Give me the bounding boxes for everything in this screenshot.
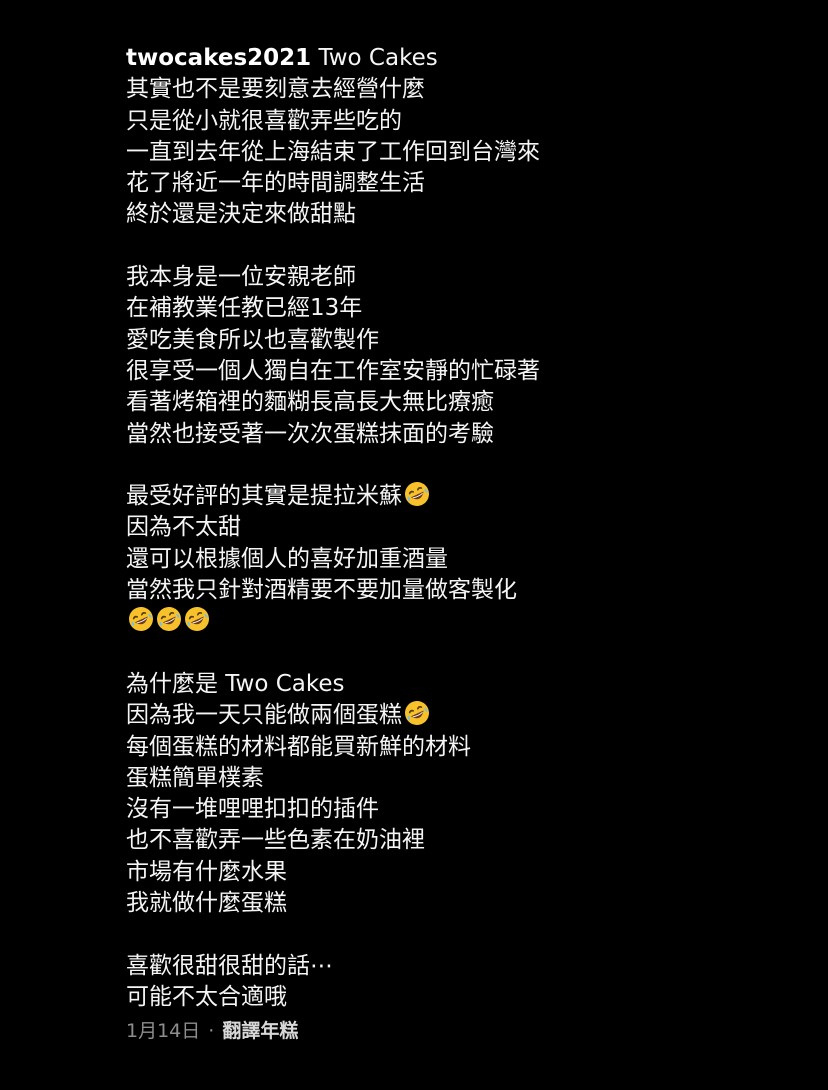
caption-line-text: 花了將近一年的時間調整生活 bbox=[126, 170, 425, 197]
rolling-on-floor-laughing-icon bbox=[184, 606, 210, 632]
caption-line-text: 終於還是決定來做甜點 bbox=[126, 201, 356, 228]
caption-line: 最受好評的其實是提拉米蘇 bbox=[126, 481, 806, 512]
caption-line-text: 每個蛋糕的材料都能買新鮮的材料 bbox=[126, 733, 471, 760]
meta-separator: · bbox=[208, 1020, 215, 1043]
caption-line-text: 其實也不是要刻意去經營什麼 bbox=[126, 76, 425, 103]
caption-line-text: 當然我只針對酒精要不要加量做客製化 bbox=[126, 577, 517, 604]
caption-line-text: 喜歡很甜很甜的話⋯ bbox=[126, 952, 333, 979]
caption-line: 因為我一天只能做兩個蛋糕 bbox=[126, 700, 806, 731]
caption-line: 只是從小就很喜歡弄些吃的 bbox=[126, 106, 806, 137]
caption-line: 在補教業任教已經13年 bbox=[126, 293, 806, 324]
translate-button[interactable]: 翻譯年糕 bbox=[222, 1020, 298, 1042]
caption-line-text: 因為我一天只能做兩個蛋糕 bbox=[126, 702, 402, 729]
caption-line-text: 很享受一個人獨自在工作室安靜的忙碌著 bbox=[126, 357, 540, 384]
username-link[interactable]: twocakes2021 bbox=[126, 45, 311, 71]
caption-line-text: 最受好評的其實是提拉米蘇 bbox=[126, 483, 402, 510]
caption-line-text: 市場有什麼水果 bbox=[126, 858, 287, 885]
caption-line: 市場有什麼水果 bbox=[126, 857, 806, 888]
caption-line: 一直到去年從上海結束了工作回到台灣來 bbox=[126, 137, 806, 168]
caption-line-text: Two Cakes bbox=[318, 45, 438, 71]
caption-line: 我本身是一位安親老師 bbox=[126, 262, 806, 293]
caption-line-text: 在補教業任教已經13年 bbox=[126, 295, 363, 322]
caption-line: 很享受一個人獨自在工作室安靜的忙碌著 bbox=[126, 356, 806, 387]
caption-line-text: 可能不太合適哦 bbox=[126, 983, 287, 1010]
caption-line: 其實也不是要刻意去經營什麼 bbox=[126, 74, 806, 105]
caption-line-text: 蛋糕簡單樸素 bbox=[126, 764, 264, 791]
caption-line: 還可以根據個人的喜好加重酒量 bbox=[126, 544, 806, 575]
caption-line: twocakes2021 Two Cakes bbox=[126, 43, 806, 74]
caption-line-text: 因為不太甜 bbox=[126, 514, 241, 541]
caption-line: 蛋糕簡單樸素 bbox=[126, 763, 806, 794]
caption-line: 為什麼是 Two Cakes bbox=[126, 669, 806, 700]
post-date: 1月14日 bbox=[126, 1020, 201, 1043]
rolling-on-floor-laughing-icon bbox=[156, 606, 182, 632]
rolling-on-floor-laughing-icon bbox=[404, 481, 430, 507]
caption-line-text: 一直到去年從上海結束了工作回到台灣來 bbox=[126, 138, 540, 165]
caption-line-text: 為什麼是 Two Cakes bbox=[126, 670, 345, 697]
rolling-on-floor-laughing-icon bbox=[404, 700, 430, 726]
caption-line: 可能不太合適哦 bbox=[126, 982, 806, 1013]
caption-line-text: 我本身是一位安親老師 bbox=[126, 264, 356, 291]
caption-line-text: 沒有一堆哩哩扣扣的插件 bbox=[126, 796, 379, 823]
caption-line-text: 也不喜歡弄一些色素在奶油裡 bbox=[126, 827, 425, 854]
caption-line-text: 當然也接受著一次次蛋糕抹面的考驗 bbox=[126, 420, 494, 447]
rolling-on-floor-laughing-icon bbox=[128, 606, 154, 632]
caption-line: 愛吃美食所以也喜歡製作 bbox=[126, 325, 806, 356]
post-meta: 1月14日 · 翻譯年糕 bbox=[126, 1016, 806, 1046]
caption-line bbox=[126, 606, 806, 637]
caption-line-text: 愛吃美食所以也喜歡製作 bbox=[126, 326, 379, 353]
caption-line-text: 只是從小就很喜歡弄些吃的 bbox=[126, 107, 402, 134]
caption-lines: twocakes2021 Two Cakes 其實也不是要刻意去經營什麼 只是從小就… bbox=[126, 43, 806, 1013]
caption-line: 沒有一堆哩哩扣扣的插件 bbox=[126, 794, 806, 825]
post-caption: twocakes2021 Two Cakes 其實也不是要刻意去經營什麼 只是從小就… bbox=[126, 43, 806, 1046]
caption-line: 看著烤箱裡的麵糊長高長大無比療癒 bbox=[126, 387, 806, 418]
caption-line: 喜歡很甜很甜的話⋯ bbox=[126, 951, 806, 982]
caption-line: 花了將近一年的時間調整生活 bbox=[126, 168, 806, 199]
caption-line: 每個蛋糕的材料都能買新鮮的材料 bbox=[126, 732, 806, 763]
caption-line: 也不喜歡弄一些色素在奶油裡 bbox=[126, 825, 806, 856]
caption-line-text: 我就做什麼蛋糕 bbox=[126, 890, 287, 917]
caption-line: 當然也接受著一次次蛋糕抹面的考驗 bbox=[126, 419, 806, 450]
caption-line: 我就做什麼蛋糕 bbox=[126, 888, 806, 919]
caption-line: 因為不太甜 bbox=[126, 512, 806, 543]
caption-line: 終於還是決定來做甜點 bbox=[126, 199, 806, 230]
caption-line: 當然我只針對酒精要不要加量做客製化 bbox=[126, 575, 806, 606]
caption-line-text: 看著烤箱裡的麵糊長高長大無比療癒 bbox=[126, 389, 494, 416]
caption-line-text: 還可以根據個人的喜好加重酒量 bbox=[126, 545, 448, 572]
